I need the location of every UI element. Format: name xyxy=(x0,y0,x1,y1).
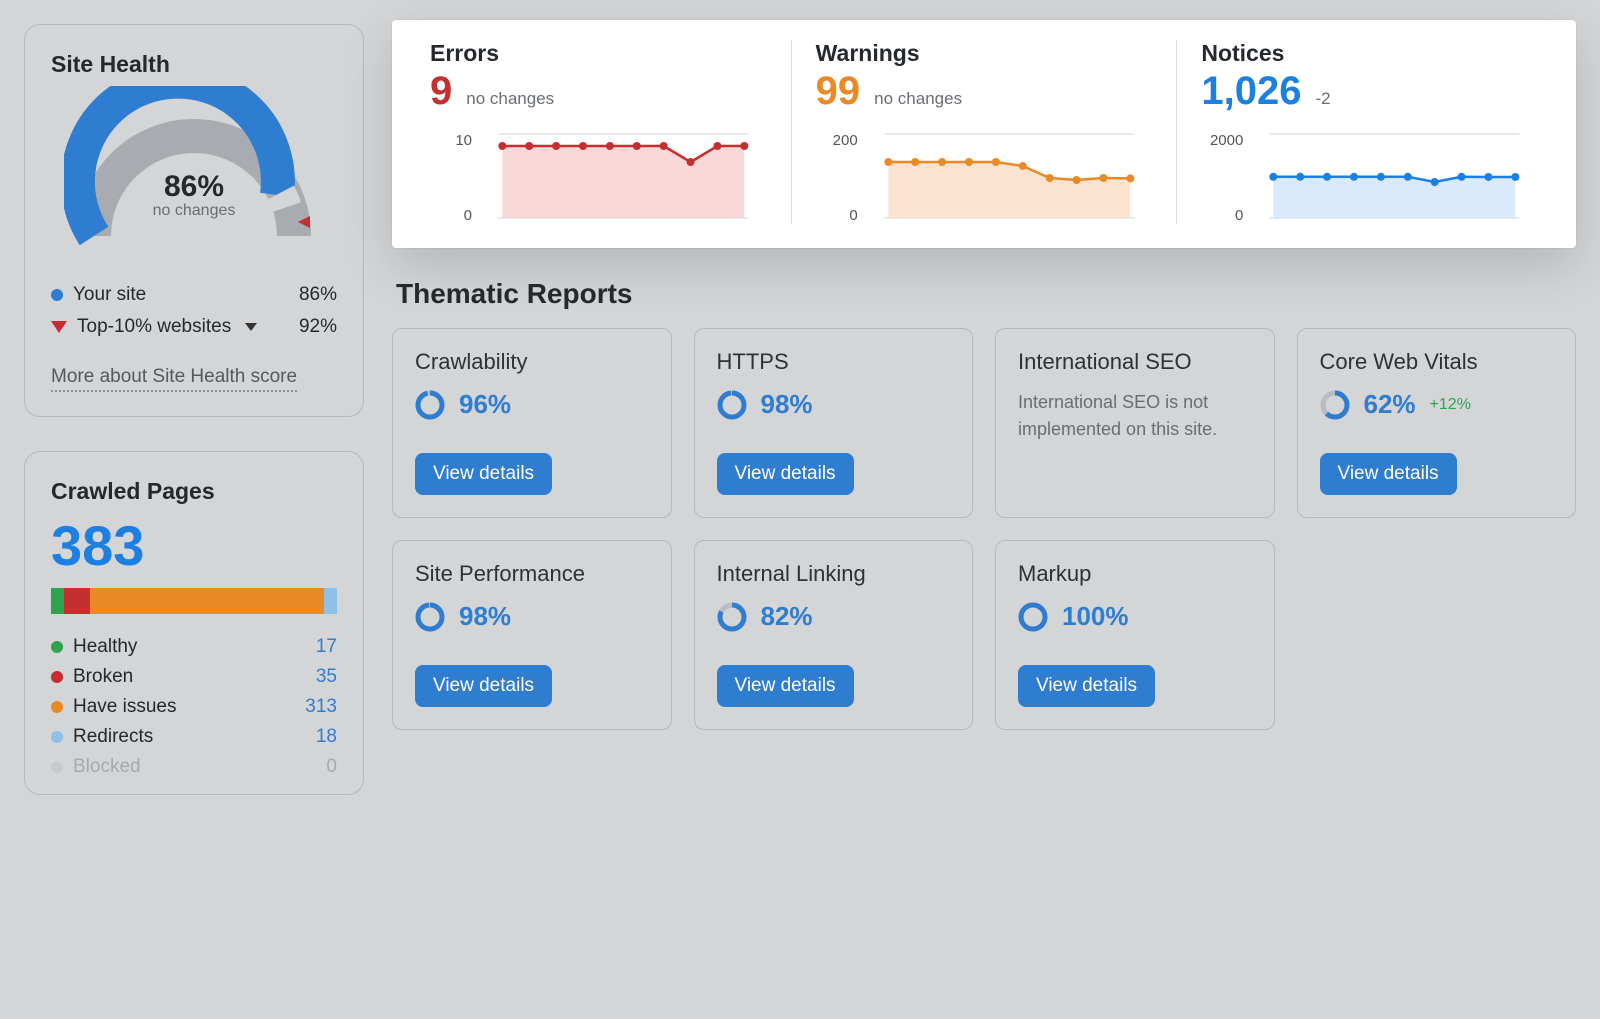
warnings-value: 99 xyxy=(816,69,861,114)
progress-ring-icon xyxy=(415,390,445,420)
site-health-title: Site Health xyxy=(51,51,337,78)
more-about-link[interactable]: More about Site Health score xyxy=(51,366,297,392)
crawl-row[interactable]: Broken35 xyxy=(51,666,337,688)
report-title: Internal Linking xyxy=(717,561,951,587)
legend-dot-icon xyxy=(51,671,63,683)
progress-ring-icon xyxy=(717,390,747,420)
report-percent: 82% xyxy=(761,601,813,632)
progress-ring-icon xyxy=(717,602,747,632)
notices-sparkline xyxy=(1251,132,1538,224)
report-card: Site Performance 98% View details xyxy=(392,540,672,730)
crawled-pages-title: Crawled Pages xyxy=(51,478,337,505)
legend-dot-icon xyxy=(51,289,63,301)
crawled-pages-card: Crawled Pages 383 Healthy17 Broken35 Have … xyxy=(24,451,364,795)
report-percent: 98% xyxy=(761,389,813,420)
report-title: Crawlability xyxy=(415,349,649,375)
report-title: Core Web Vitals xyxy=(1320,349,1554,375)
view-details-button[interactable]: View details xyxy=(717,453,854,495)
report-percent: 100% xyxy=(1062,601,1129,632)
issues-summary: Errors 9 no changes 100 Warnings 99 no c… xyxy=(392,20,1576,248)
report-title: Markup xyxy=(1018,561,1252,587)
site-health-card: Site Health 86% no changes xyxy=(24,24,364,417)
crawled-pages-bar xyxy=(51,588,337,614)
chevron-down-icon xyxy=(245,323,257,331)
crawl-row[interactable]: Healthy17 xyxy=(51,636,337,658)
notices-card[interactable]: Notices 1,026 -2 20000 xyxy=(1176,40,1562,224)
report-title: Site Performance xyxy=(415,561,649,587)
notices-value: 1,026 xyxy=(1201,69,1301,114)
report-card: Core Web Vitals 62% +12% View details xyxy=(1297,328,1577,518)
triangle-down-icon xyxy=(51,321,67,333)
crawled-pages-total: 383 xyxy=(51,513,337,578)
report-percent: 62% xyxy=(1364,389,1416,420)
legend-your-site: Your site 86% xyxy=(51,284,337,306)
view-details-button[interactable]: View details xyxy=(717,665,854,707)
report-title: International SEO xyxy=(1018,349,1252,375)
report-note: International SEO is not implemented on … xyxy=(1018,389,1252,443)
crawl-row[interactable]: Blocked0 xyxy=(51,756,337,778)
view-details-button[interactable]: View details xyxy=(415,453,552,495)
errors-value: 9 xyxy=(430,69,452,114)
site-health-percent: 86% xyxy=(51,170,337,204)
report-percent: 98% xyxy=(459,601,511,632)
view-details-button[interactable]: View details xyxy=(1320,453,1457,495)
site-health-gauge: 86% no changes xyxy=(51,86,337,256)
legend-dot-icon xyxy=(51,641,63,653)
crawl-row[interactable]: Redirects18 xyxy=(51,726,337,748)
progress-ring-icon xyxy=(1018,602,1048,632)
report-card: Internal Linking 82% View details xyxy=(694,540,974,730)
report-title: HTTPS xyxy=(717,349,951,375)
warnings-card[interactable]: Warnings 99 no changes 2000 xyxy=(791,40,1177,224)
legend-dot-icon xyxy=(51,701,63,713)
progress-ring-icon xyxy=(1320,390,1350,420)
report-card: Crawlability 96% View details xyxy=(392,328,672,518)
thematic-title: Thematic Reports xyxy=(396,278,1576,310)
legend-top10[interactable]: Top-10% websites 92% xyxy=(51,316,337,338)
legend-dot-icon xyxy=(51,761,63,773)
site-health-sub: no changes xyxy=(51,202,337,220)
errors-sparkline xyxy=(480,132,767,224)
crawl-row[interactable]: Have issues313 xyxy=(51,696,337,718)
progress-ring-icon xyxy=(415,602,445,632)
warnings-sparkline xyxy=(866,132,1153,224)
legend-dot-icon xyxy=(51,731,63,743)
view-details-button[interactable]: View details xyxy=(415,665,552,707)
errors-card[interactable]: Errors 9 no changes 100 xyxy=(406,40,791,224)
report-card: HTTPS 98% View details xyxy=(694,328,974,518)
report-card: International SEO International SEO is no… xyxy=(995,328,1275,518)
report-percent: 96% xyxy=(459,389,511,420)
view-details-button[interactable]: View details xyxy=(1018,665,1155,707)
report-delta: +12% xyxy=(1430,396,1471,414)
report-card: Markup 100% View details xyxy=(995,540,1275,730)
